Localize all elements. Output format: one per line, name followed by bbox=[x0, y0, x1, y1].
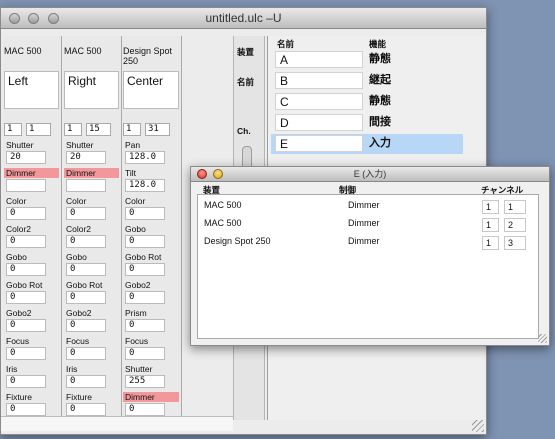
list-header-function: 機能 bbox=[369, 39, 387, 49]
list-item-function: 入力 bbox=[369, 137, 391, 149]
zoom-button[interactable] bbox=[48, 13, 59, 24]
minimize-button[interactable] bbox=[28, 13, 39, 24]
row-channel[interactable]: 2 bbox=[504, 218, 526, 232]
list-item[interactable]: C 静態 bbox=[271, 92, 463, 112]
list-item-name[interactable]: C bbox=[275, 93, 363, 110]
list-item[interactable]: B 継起 bbox=[271, 71, 463, 91]
detail-window-title: E (入力) bbox=[353, 169, 387, 179]
list-item-name[interactable]: E bbox=[275, 135, 363, 152]
list-item-function: 静態 bbox=[369, 95, 391, 107]
table-row[interactable]: MAC 500 Dimmer 1 2 bbox=[204, 215, 526, 233]
list-item-function: 継起 bbox=[369, 74, 391, 86]
resize-grip-icon[interactable] bbox=[472, 420, 484, 432]
assignment-table: MAC 500 Dimmer 1 1 MAC 500 Dimmer 1 2 De… bbox=[197, 194, 539, 339]
list-item-function: 間接 bbox=[369, 116, 391, 128]
main-title-bar[interactable]: untitled.ulc –U bbox=[1, 8, 486, 29]
list-item-name[interactable]: B bbox=[275, 72, 363, 89]
detail-title-bar[interactable]: E (入力) bbox=[191, 167, 549, 182]
list-item-function: 静態 bbox=[369, 53, 391, 65]
resize-grip-icon[interactable] bbox=[538, 334, 547, 343]
row-channel[interactable]: 1 bbox=[504, 200, 526, 214]
list-header-name: 名前 bbox=[277, 39, 295, 49]
list-item[interactable]: A 静態 bbox=[271, 50, 463, 70]
list-item[interactable]: D 間接 bbox=[271, 113, 463, 133]
row-device: MAC 500 bbox=[204, 218, 242, 228]
table-row[interactable]: Design Spot 250 Dimmer 1 3 bbox=[204, 233, 526, 251]
row-device: Design Spot 250 bbox=[204, 236, 271, 246]
row-control: Dimmer bbox=[348, 218, 380, 228]
list-item-name[interactable]: A bbox=[275, 51, 363, 68]
row-device: MAC 500 bbox=[204, 200, 242, 210]
list-item-selected[interactable]: E 入力 bbox=[271, 134, 463, 154]
row-control: Dimmer bbox=[348, 200, 380, 210]
row-universe[interactable]: 1 bbox=[482, 218, 499, 232]
row-channel[interactable]: 3 bbox=[504, 236, 526, 250]
close-button[interactable] bbox=[197, 169, 207, 179]
window-title: untitled.ulc –U bbox=[205, 11, 282, 25]
table-row[interactable]: MAC 500 Dimmer 1 1 bbox=[204, 197, 526, 215]
row-universe[interactable]: 1 bbox=[482, 200, 499, 214]
row-universe[interactable]: 1 bbox=[482, 236, 499, 250]
minimize-button[interactable] bbox=[213, 169, 223, 179]
detail-window: E (入力) 装置 制御 チャンネル MAC 500 Dimmer 1 1 MA… bbox=[190, 166, 550, 346]
close-button[interactable] bbox=[9, 13, 20, 24]
list-item-name[interactable]: D bbox=[275, 114, 363, 131]
row-control: Dimmer bbox=[348, 236, 380, 246]
